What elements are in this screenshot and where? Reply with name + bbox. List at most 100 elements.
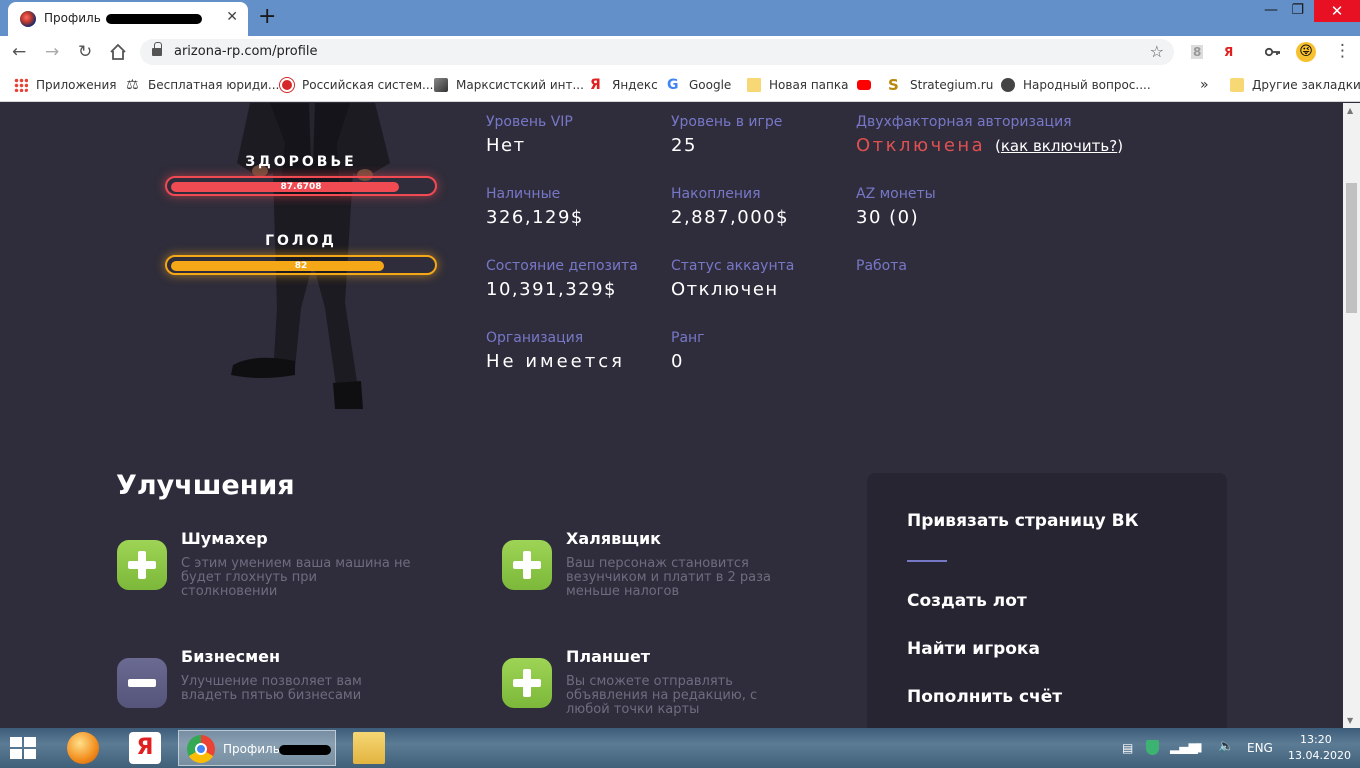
keyboard-icon[interactable]: ▤ [1122, 741, 1133, 755]
savings-value: 2,887,000$ [671, 207, 790, 228]
level-value: 25 [671, 135, 697, 156]
language-indicator[interactable]: ENG [1247, 741, 1273, 755]
scroll-up-arrow-icon[interactable]: ▲ [1347, 106, 1353, 115]
bookmark-new-folder[interactable]: Новая папка [747, 76, 848, 94]
scroll-down-arrow-icon[interactable]: ▼ [1347, 716, 1353, 725]
chrome-icon [187, 735, 215, 763]
add-upgrade-plus-icon[interactable] [117, 540, 167, 590]
youtube-icon [857, 80, 871, 90]
bookmark-label: Яндекс [612, 78, 658, 92]
rank-label: Ранг [671, 330, 705, 346]
lock-icon [152, 42, 162, 56]
restore-button[interactable]: ❐ [1291, 2, 1304, 18]
find-player-button[interactable]: Найти игрока [907, 639, 1040, 659]
upgrade-name: Халявщик [566, 529, 662, 548]
profile-avatar-icon[interactable]: 😜 [1296, 42, 1316, 62]
bookmark-youtube[interactable] [857, 76, 871, 94]
bookmark-label: Strategium.ru [910, 78, 994, 92]
bookmark-label: Google [689, 78, 732, 92]
tab-close-icon[interactable]: ✕ [226, 9, 238, 25]
browser-tab-bar: Профиль ✕ + — ❐ ✕ [0, 0, 1360, 36]
actions-panel: Привязать страницу ВК Создать лот Найти … [867, 473, 1227, 728]
upgrade-description: С этим умением ваша машина не будет глох… [181, 556, 411, 599]
yandex-extension-icon[interactable]: Я [1224, 45, 1233, 59]
redacted-text [279, 745, 331, 755]
bookmark-russian-system[interactable]: Российская систем... [280, 76, 433, 94]
organization-value: Не имеется [486, 351, 625, 372]
strategium-icon: S [888, 76, 899, 94]
screen: Профиль ✕ + — ❐ ✕ ← → ↻ arizona-rp.com/p… [0, 0, 1360, 768]
clock-date[interactable]: 13.04.2020 [1288, 749, 1351, 762]
browser-tab[interactable]: Профиль ✕ [8, 2, 248, 36]
account-status-value: Отключен [671, 279, 779, 300]
bookmark-legal[interactable]: ⚖ Бесплатная юриди... [126, 76, 279, 94]
taskbar-task-label: Профиль [223, 742, 280, 756]
yandex-browser-icon[interactable] [67, 732, 99, 764]
scrollbar-thumb[interactable] [1346, 183, 1357, 313]
reload-icon[interactable]: ↻ [78, 42, 92, 62]
file-explorer-icon[interactable] [353, 732, 385, 764]
bookmark-marxist[interactable]: Марксистский инт... [434, 76, 584, 94]
bookmark-label: Марксистский инт... [456, 78, 584, 92]
yandex-icon[interactable]: Я [129, 732, 161, 764]
remove-upgrade-minus-icon[interactable] [117, 658, 167, 708]
rank-value: 0 [671, 351, 684, 372]
create-lot-button[interactable]: Создать лот [907, 591, 1027, 611]
globe-icon [1001, 78, 1015, 92]
account-status-label: Статус аккаунта [671, 258, 795, 274]
organization-label: Организация [486, 330, 584, 346]
bookmark-strategium[interactable]: S Strategium.ru [888, 76, 993, 94]
twofa-howto: (как включить?) [995, 137, 1124, 155]
vip-label: Уровень VIP [486, 114, 573, 130]
add-upgrade-plus-icon[interactable] [502, 540, 552, 590]
bookmark-other[interactable]: Другие закладки [1230, 76, 1360, 94]
bookmark-star-icon[interactable]: ☆ [1150, 42, 1164, 61]
key-icon[interactable] [1265, 46, 1281, 58]
upgrade-name: Бизнесмен [181, 647, 281, 666]
link-vk-button[interactable]: Привязать страницу ВК [907, 511, 1139, 531]
minimize-button[interactable]: — [1264, 2, 1278, 18]
redacted-text [106, 14, 202, 24]
security-shield-icon[interactable] [1146, 740, 1159, 755]
new-tab-button[interactable]: + [258, 4, 276, 30]
upgrades-title: Улучшения [116, 470, 295, 501]
twofa-howto-link[interactable]: как включить? [1001, 137, 1117, 155]
page-scrollbar[interactable]: ▲ ▼ [1343, 103, 1360, 728]
upgrade-description: Вы сможете отправлять объявления на реда… [566, 674, 758, 717]
google-icon: G [667, 77, 679, 93]
health-value: 87.6708 [280, 182, 322, 192]
address-bar[interactable]: arizona-rp.com/profile ☆ [140, 39, 1174, 65]
folder-icon [747, 78, 761, 92]
bookmark-yandex[interactable]: Я Яндекс [590, 76, 658, 94]
hunger-bar: 82 [165, 255, 437, 275]
scales-icon: ⚖ [126, 77, 139, 93]
bookmarks-overflow-icon[interactable]: » [1200, 76, 1209, 94]
cash-value: 326,129$ [486, 207, 584, 228]
bookmark-google[interactable]: G Google [667, 76, 731, 94]
menu-dots-icon[interactable]: ⋮ [1334, 41, 1351, 61]
bookmark-label: Новая папка [769, 78, 849, 92]
taskbar-chrome-task[interactable]: Профиль [178, 730, 336, 766]
portrait-icon [434, 78, 448, 92]
home-icon[interactable] [109, 43, 127, 61]
volume-icon[interactable]: 🔈 [1218, 739, 1234, 754]
level-label: Уровень в игре [671, 114, 783, 130]
back-arrow-icon[interactable]: ← [12, 42, 26, 62]
savings-label: Накопления [671, 186, 761, 202]
bookmark-people-question[interactable]: Народный вопрос.... [1001, 76, 1151, 94]
clock-time[interactable]: 13:20 [1300, 733, 1332, 746]
add-upgrade-plus-icon[interactable] [502, 658, 552, 708]
battery-icon[interactable]: ▮ [1196, 740, 1203, 754]
browser-toolbar: ← → ↻ arizona-rp.com/profile ☆ 8 Я 😜 ⋮ [0, 36, 1360, 68]
extension-8-icon[interactable]: 8 [1191, 45, 1204, 59]
close-window-button[interactable]: ✕ [1314, 0, 1360, 22]
forward-arrow-icon[interactable]: → [45, 42, 59, 62]
twofa-label: Двухфакторная авторизация [856, 114, 1072, 130]
tab-title: Профиль [44, 11, 101, 25]
top-up-button[interactable]: Пополнить счёт [907, 687, 1062, 707]
folder-icon [1230, 78, 1244, 92]
bookmark-apps[interactable]: Приложения [14, 76, 117, 94]
windows-start-icon[interactable] [10, 737, 36, 759]
vip-value: Нет [486, 135, 526, 156]
signal-icon[interactable]: ▂▄▆ [1170, 740, 1198, 754]
